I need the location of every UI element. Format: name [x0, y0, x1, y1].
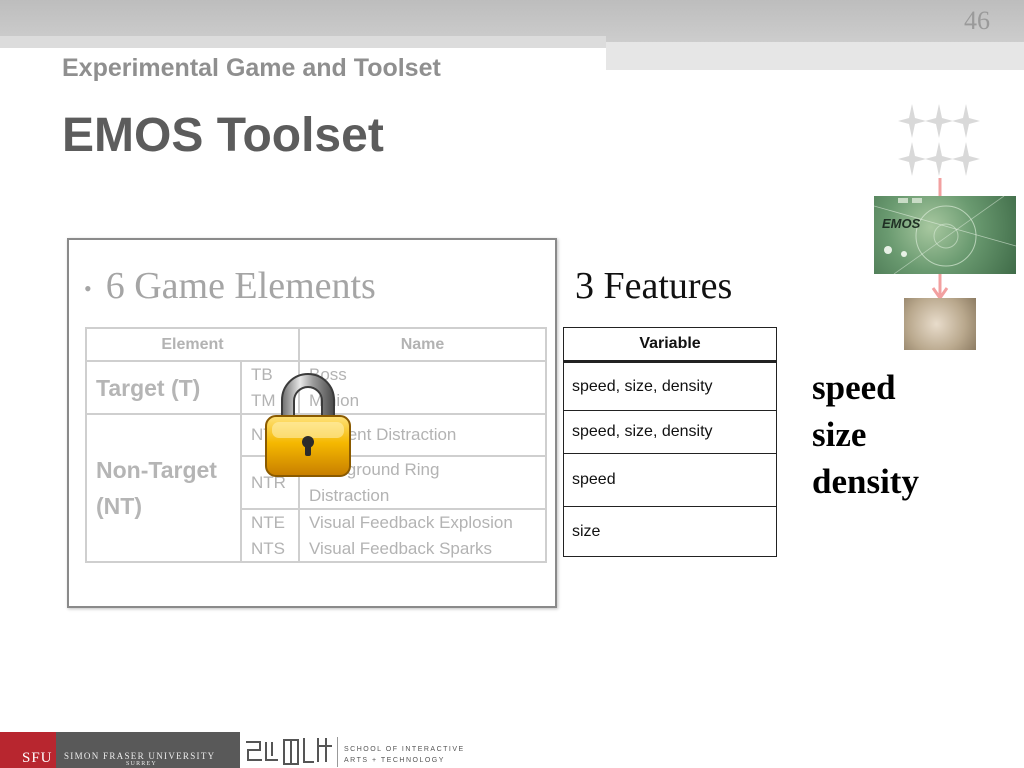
features-heading: 3 Features [575, 265, 733, 307]
column-header-element: Element [85, 327, 300, 362]
sfu-logo: SFU [0, 732, 56, 768]
table-row: size [563, 506, 777, 557]
variable-cell: speed, size, density [563, 361, 777, 411]
column-header-name: Name [298, 327, 547, 362]
decorative-grid-icon [898, 104, 980, 176]
emos-thumbnail-label: EMOS [882, 216, 921, 231]
table-header-row: Variable [563, 327, 777, 363]
table-row: speed, size, density [563, 410, 777, 454]
feature-item: speed [812, 368, 896, 407]
sfu-logo-text: SFU [22, 750, 53, 766]
codes-cell: NTE NTS [240, 508, 300, 563]
code-label: NTS [251, 538, 285, 558]
slide-number: 46 [964, 6, 990, 35]
feature-item: density [812, 462, 919, 501]
school-name: SCHOOL OF INTERACTIVE ARTS + TECHNOLOGY [344, 744, 465, 766]
emos-screenshot-art [874, 196, 1016, 274]
siat-logo-icon [246, 738, 332, 765]
game-elements-heading: 6 Game Elements [105, 265, 376, 307]
page-title: EMOS Toolset [62, 109, 384, 162]
school-line-1: SCHOOL OF INTERACTIVE [344, 746, 465, 753]
top-banner-strip [0, 36, 606, 48]
variable-cell: speed, size, density [563, 410, 777, 454]
group-non-target: Non-Target (NT) [85, 413, 242, 563]
footer-divider [337, 737, 338, 767]
game-elements-bullet: • 6 Game Elements [84, 264, 376, 308]
section-title: Experimental Game and Toolset [62, 54, 441, 82]
feature-item: size [812, 415, 867, 454]
game-screenshot-thumbnail [904, 298, 976, 350]
top-banner-shade [606, 42, 1024, 70]
name-label: Visual Feedback Sparks [309, 538, 493, 558]
variable-cell: size [563, 506, 777, 557]
bullet-icon: • [84, 276, 92, 302]
emos-screenshot-thumbnail: EMOS [874, 196, 1016, 274]
column-header-variable: Variable [563, 327, 777, 363]
lock-icon [265, 373, 351, 477]
table-row: speed [563, 453, 777, 507]
name-label: Visual Feedback Explosion [309, 513, 513, 532]
variable-cell: speed [563, 453, 777, 507]
university-banner: SIMON FRASER UNIVERSITY SURREY [56, 732, 240, 768]
school-line-2: ARTS + TECHNOLOGY [344, 757, 445, 764]
name-label: Distraction [309, 485, 390, 505]
table-row: speed, size, density [563, 361, 777, 411]
group-target: Target (T) [85, 360, 242, 415]
variables-table: Variable speed, size, density speed, siz… [563, 327, 777, 557]
feature-list: speed size density [812, 364, 919, 505]
table-header-row: Element Name [85, 327, 547, 362]
code-label: NTE [251, 513, 285, 532]
campus-name: SURREY [126, 761, 157, 767]
university-name: SIMON FRASER UNIVERSITY [64, 751, 216, 761]
names-cell: Visual Feedback Explosion Visual Feedbac… [298, 508, 547, 563]
